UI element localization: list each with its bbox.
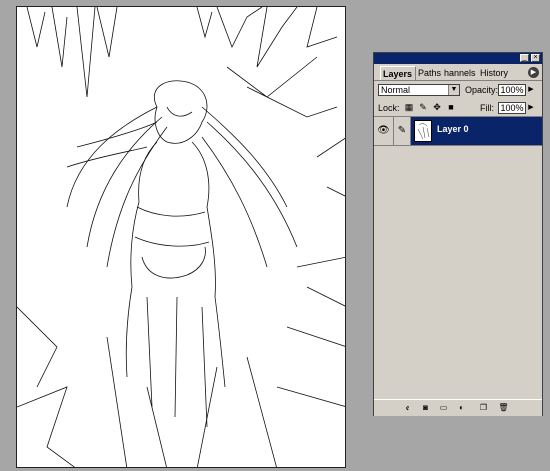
layers-list: 👁 ✎ Layer 0 [374, 116, 542, 399]
palette-tabs: Layers Paths hannels History ▶ [374, 64, 542, 81]
palette-bottom-bar: ꬲ ◙ ▭ ◐ ❐ 🗑 [374, 399, 542, 416]
blend-mode-select[interactable]: Normal ▼ [378, 84, 460, 96]
new-group-icon[interactable]: ▭ [438, 403, 449, 413]
layer-thumbnail [414, 120, 432, 142]
palette-titlebar[interactable]: _ × [374, 53, 542, 64]
brush-icon[interactable]: ✎ [394, 117, 411, 145]
eye-icon[interactable]: 👁 [374, 117, 394, 145]
opacity-field[interactable]: 100% [498, 84, 526, 96]
fill-label: Fill: [480, 103, 494, 113]
fill-slider-icon[interactable]: ▶ [527, 102, 535, 114]
adjustment-layer-icon[interactable]: ◐ [456, 403, 467, 413]
tab-paths[interactable]: Paths [416, 66, 443, 80]
tab-channels[interactable]: hannels [442, 66, 478, 80]
layer-style-icon[interactable]: ꬲ [402, 403, 413, 413]
lock-position-icon[interactable]: ✥ [432, 102, 442, 112]
blend-mode-value: Normal [381, 85, 411, 95]
layer-row[interactable]: 👁 ✎ Layer 0 [374, 117, 542, 146]
document-canvas[interactable] [16, 6, 346, 468]
opacity-label: Opacity: [465, 85, 499, 95]
layer-name: Layer 0 [437, 124, 469, 134]
close-icon[interactable]: × [531, 54, 540, 62]
new-layer-icon[interactable]: ❐ [478, 403, 489, 413]
lock-row: Lock: ▦ ✎ ✥ ■ Fill: 100% ▶ [374, 99, 542, 117]
tab-history[interactable]: History [478, 66, 518, 80]
palette-menu-icon[interactable]: ▶ [528, 67, 539, 78]
tab-layers[interactable]: Layers [380, 66, 416, 80]
blend-row: Normal ▼ Opacity: 100% ▶ [374, 81, 542, 99]
lock-all-icon[interactable]: ■ [446, 102, 456, 112]
minimize-icon[interactable]: _ [520, 54, 529, 62]
lock-label: Lock: [378, 103, 400, 113]
lock-transparency-icon[interactable]: ▦ [404, 102, 414, 112]
line-art-illustration [17, 7, 345, 467]
opacity-slider-icon[interactable]: ▶ [527, 84, 535, 96]
trash-icon[interactable]: 🗑 [498, 403, 509, 413]
layers-palette: _ × Layers Paths hannels History ▶ Norma… [373, 52, 543, 416]
lock-pixels-icon[interactable]: ✎ [418, 102, 428, 112]
fill-field[interactable]: 100% [498, 102, 526, 114]
layer-mask-icon[interactable]: ◙ [420, 403, 431, 413]
chevron-down-icon[interactable]: ▼ [448, 85, 459, 95]
